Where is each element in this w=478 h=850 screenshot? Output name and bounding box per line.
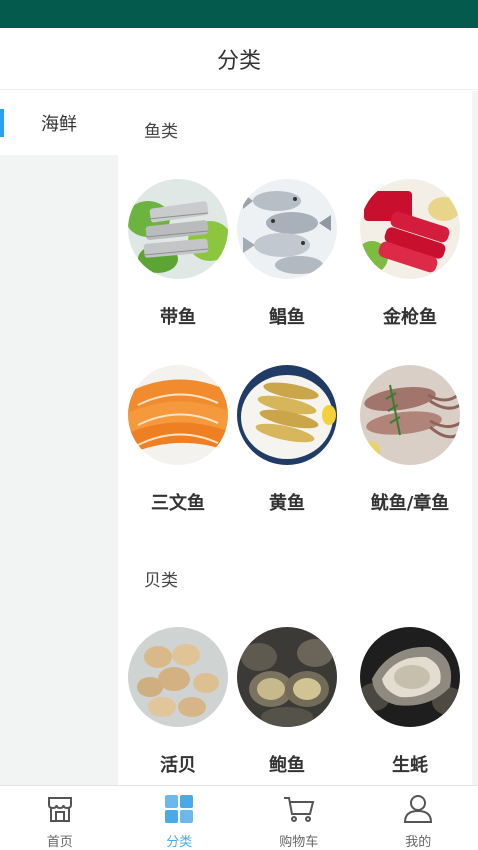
salmon-photo — [128, 365, 228, 465]
category-content[interactable]: 鱼类 带鱼 鲳鱼 金枪鱼 三文鱼 黄鱼 鱿鱼/章鱼 贝类 活贝 鲍鱼 生蚝 — [118, 91, 478, 785]
category-item-tuna[interactable]: 金枪鱼 — [355, 179, 465, 328]
squid-photo — [360, 365, 460, 465]
tab-label: 购物车 — [279, 835, 319, 850]
tab-category[interactable]: 分类 — [120, 786, 240, 850]
section-title-shellfish: 贝类 — [144, 571, 178, 591]
pomfret-photo — [237, 179, 337, 279]
active-indicator — [0, 109, 4, 137]
category-item-abalone[interactable]: 鲍鱼 — [232, 627, 342, 776]
page-title: 分类 — [216, 48, 261, 74]
item-label: 黄鱼 — [269, 493, 305, 514]
store-icon — [45, 794, 75, 828]
category-item-oyster[interactable]: 生蚝 — [355, 627, 465, 776]
page-header: 分类 — [0, 28, 478, 90]
hairtail-photo — [128, 179, 228, 279]
item-label: 鱿鱼/章鱼 — [370, 493, 450, 514]
sidebar-item-label: 海鲜 — [41, 114, 77, 135]
yellow-croaker-photo — [237, 365, 337, 465]
item-label: 鲍鱼 — [269, 755, 305, 776]
abalone-photo — [237, 627, 337, 727]
section-title-fish: 鱼类 — [144, 122, 178, 142]
item-label: 活贝 — [160, 755, 196, 776]
tab-label: 分类 — [166, 835, 193, 850]
grid-icon — [164, 794, 194, 828]
tuna-photo — [360, 179, 460, 279]
category-sidebar: 海鲜 — [0, 91, 118, 785]
category-item-clams[interactable]: 活贝 — [123, 627, 233, 776]
item-label: 鲳鱼 — [269, 307, 305, 328]
tab-cart[interactable]: 购物车 — [239, 786, 359, 850]
item-label: 生蚝 — [392, 755, 428, 776]
oyster-photo — [360, 627, 460, 727]
tab-label: 首页 — [46, 835, 73, 850]
category-item-squid[interactable]: 鱿鱼/章鱼 — [355, 365, 465, 514]
item-label: 三文鱼 — [151, 493, 205, 514]
clams-photo — [128, 627, 228, 727]
bottom-tab-bar: 首页 分类 购物车 我的 — [0, 785, 478, 850]
scrollbar[interactable] — [472, 91, 478, 785]
tab-home[interactable]: 首页 — [0, 786, 120, 850]
tab-label: 我的 — [405, 835, 432, 850]
category-item-hairtail[interactable]: 带鱼 — [123, 179, 233, 328]
category-item-pomfret[interactable]: 鲳鱼 — [232, 179, 342, 328]
item-label: 金枪鱼 — [383, 307, 437, 328]
category-item-salmon[interactable]: 三文鱼 — [123, 365, 233, 514]
item-label: 带鱼 — [160, 307, 196, 328]
user-icon — [403, 794, 433, 828]
cart-icon — [282, 794, 316, 828]
sidebar-item-seafood[interactable]: 海鲜 — [0, 91, 118, 155]
category-item-yellow-croaker[interactable]: 黄鱼 — [232, 365, 342, 514]
status-bar — [0, 0, 478, 28]
tab-profile[interactable]: 我的 — [359, 786, 478, 850]
